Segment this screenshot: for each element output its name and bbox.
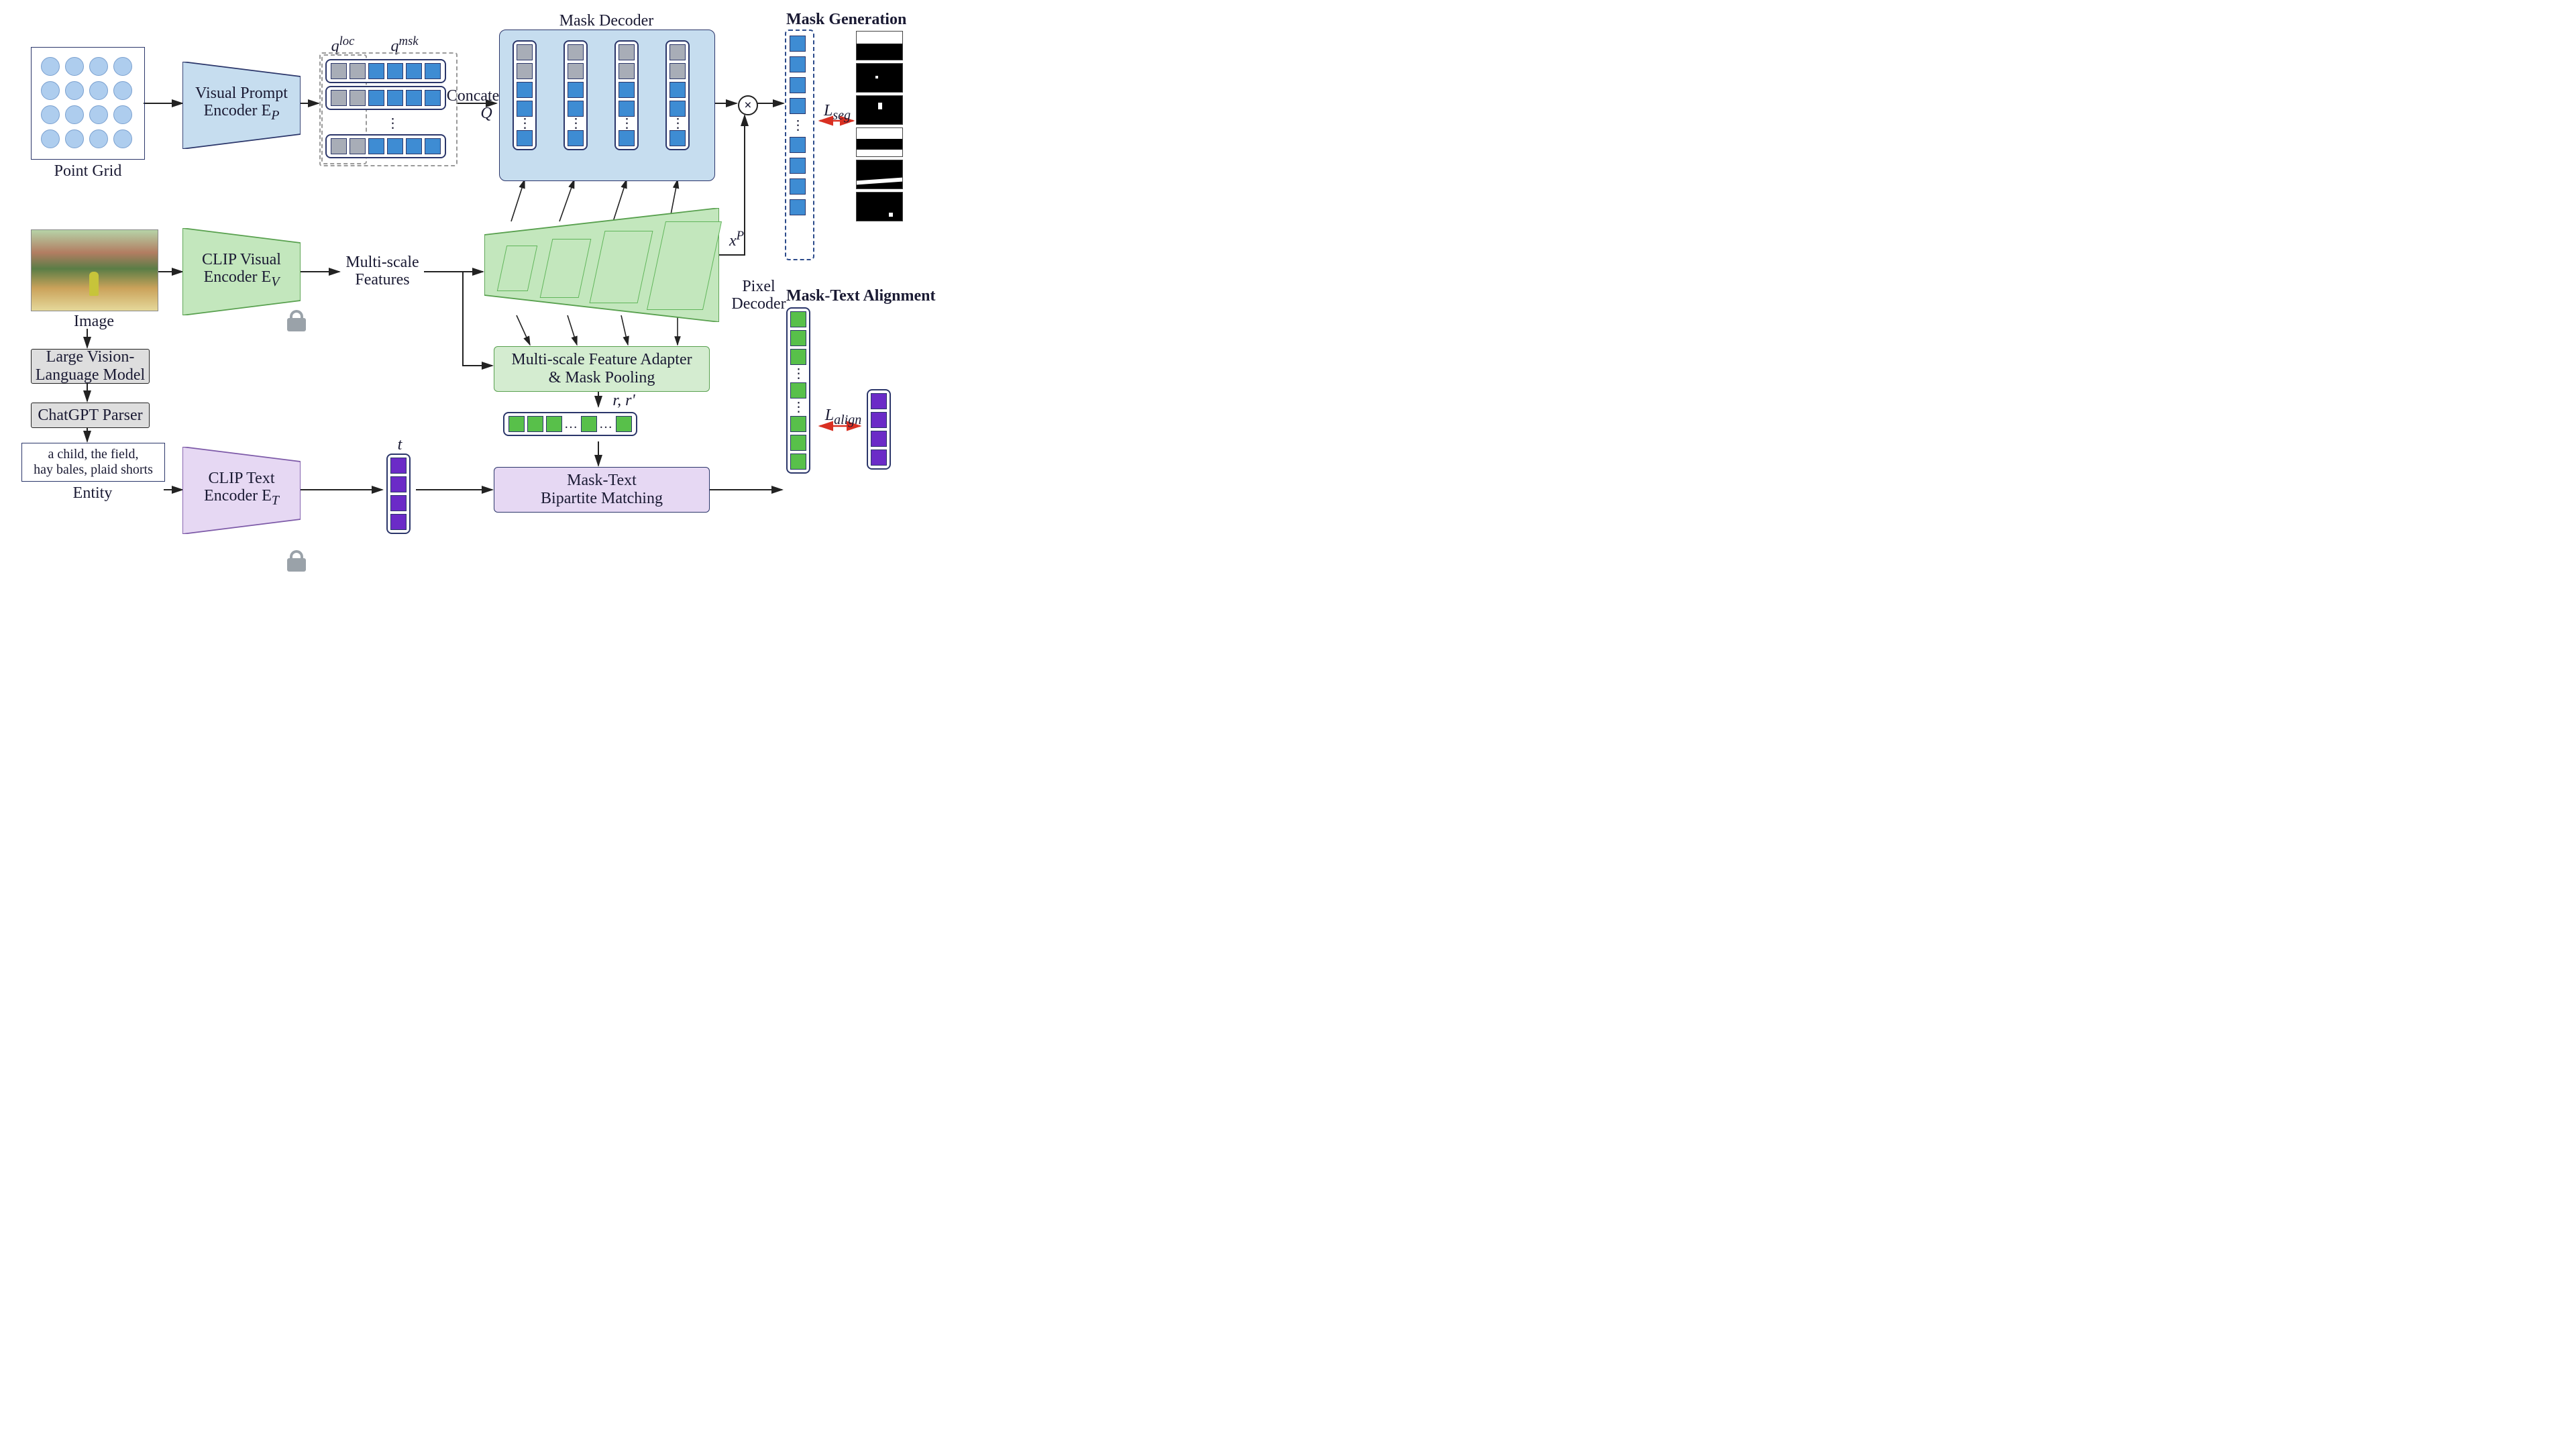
- decoder-col-4: ⋮: [665, 40, 690, 150]
- mask-output-tokens: ⋮: [789, 35, 806, 216]
- chatgpt-parser: ChatGPT Parser: [31, 403, 150, 428]
- point-grid-caption: Point Grid: [31, 162, 145, 180]
- image-caption: Image: [31, 313, 157, 330]
- point-grid: [31, 47, 145, 160]
- r-r-prime-label: r, r': [604, 392, 644, 409]
- decoder-col-1: ⋮: [513, 40, 537, 150]
- loss-seg: Lseg: [817, 102, 857, 123]
- query-row-1: [325, 59, 446, 84]
- entity-caption: Entity: [21, 484, 164, 502]
- entity-text-box: a child, the field, hay bales, plaid sho…: [21, 443, 165, 482]
- lock-icon: [287, 550, 306, 572]
- architecture-diagram: Point Grid Visual Prompt Encoder EP qloc…: [7, 7, 979, 577]
- decoder-col-2: ⋮: [564, 40, 588, 150]
- xP-label: xP: [722, 229, 751, 250]
- clip-text-encoder-label: CLIP Text Encoder ET: [182, 470, 301, 508]
- aligned-region-embeddings: ⋮ ⋮: [786, 307, 810, 474]
- multiscale-features-label: Multi-scale Features: [339, 254, 425, 289]
- input-image: [31, 229, 158, 311]
- lvlm-module: Large Vision- Language Model: [31, 349, 150, 384]
- query-row-n: [325, 134, 446, 159]
- aligned-text-embeddings: [867, 389, 891, 470]
- lock-icon: [287, 310, 306, 331]
- t-label: t: [392, 436, 408, 454]
- query-row-2: [325, 86, 446, 111]
- product-icon: ×: [738, 95, 758, 115]
- clip-visual-encoder-label: CLIP Visual Encoder EV: [182, 251, 301, 289]
- pixel-decoder-label: Pixel Decoder: [722, 278, 796, 313]
- loss-align: Lalign: [820, 407, 867, 427]
- multiscale-adapter: Multi-scale Feature Adapter & Mask Pooli…: [494, 346, 710, 392]
- text-embeddings: [386, 454, 411, 534]
- mask-text-alignment-title: Mask-Text Alignment: [786, 287, 961, 305]
- mask-decoder-title: Mask Decoder: [499, 12, 714, 30]
- decoder-col-3: ⋮: [614, 40, 639, 150]
- mask-thumbnails: [856, 31, 902, 220]
- bipartite-matching: Mask-Text Bipartite Matching: [494, 467, 710, 513]
- region-embeddings: … …: [503, 412, 637, 436]
- visual-prompt-encoder-label: Visual Prompt Encoder EP: [182, 85, 301, 123]
- mask-generation-title: Mask Generation: [786, 11, 947, 29]
